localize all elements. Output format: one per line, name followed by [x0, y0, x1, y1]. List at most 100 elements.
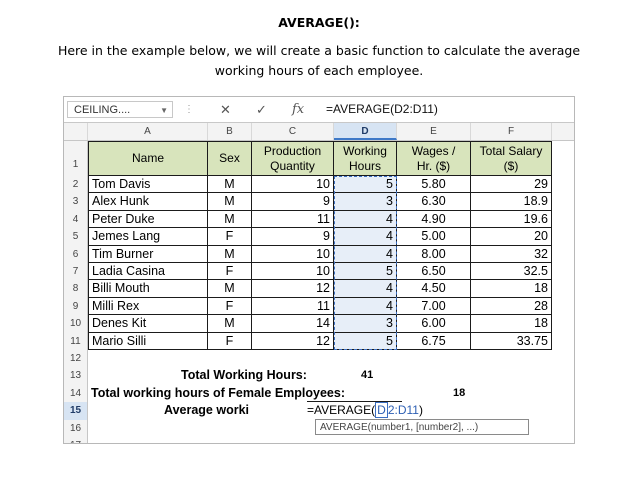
row-header-2[interactable]: 2: [64, 176, 88, 194]
cell-sex[interactable]: F: [208, 263, 252, 281]
column-header-e[interactable]: E: [397, 123, 471, 140]
cell-wage[interactable]: 7.00: [397, 297, 471, 316]
cell-sex[interactable]: M: [208, 315, 252, 333]
row-header-15[interactable]: 15: [64, 402, 88, 420]
cell-qty[interactable]: 14: [252, 315, 334, 333]
row-header-17[interactable]: 17: [64, 437, 88, 443]
cell-wage[interactable]: 4.90: [397, 210, 471, 229]
cell-name[interactable]: Alex Hunk: [88, 193, 208, 211]
total-working-hours-value[interactable]: 41: [361, 367, 373, 384]
cell-salary[interactable]: 18.9: [471, 193, 552, 211]
header-working-hours[interactable]: Working Hours: [334, 141, 397, 176]
cell-qty[interactable]: 10: [252, 245, 334, 263]
cell-qty[interactable]: 12: [252, 332, 334, 350]
column-header-f[interactable]: F: [471, 123, 552, 140]
cell-name[interactable]: Milli Rex: [88, 297, 208, 316]
header-name[interactable]: Name: [88, 141, 208, 176]
row-header-11[interactable]: 11: [64, 332, 88, 350]
cell-qty[interactable]: 10: [252, 263, 334, 281]
header-wages-per-hour[interactable]: Wages / Hr. ($): [397, 141, 471, 176]
cell-hours[interactable]: 5: [334, 332, 397, 350]
cell-wage[interactable]: 6.30: [397, 193, 471, 211]
cell-sex[interactable]: M: [208, 280, 252, 298]
cell-qty[interactable]: 9: [252, 228, 334, 246]
cell-hours[interactable]: 4: [334, 245, 397, 263]
cell-qty[interactable]: 12: [252, 280, 334, 298]
cell-name[interactable]: Ladia Casina: [88, 263, 208, 281]
cell-salary[interactable]: 19.6: [471, 210, 552, 229]
cell-hours[interactable]: 4: [334, 280, 397, 298]
cancel-icon[interactable]: ✕: [220, 101, 231, 118]
cell-wage[interactable]: 6.00: [397, 315, 471, 333]
cell-qty[interactable]: 10: [252, 176, 334, 194]
more-options-icon[interactable]: ⋮: [184, 101, 194, 118]
cell-hours[interactable]: 4: [334, 210, 397, 229]
cell-sex[interactable]: F: [208, 297, 252, 316]
cell-wage[interactable]: 4.50: [397, 280, 471, 298]
cell-hours[interactable]: 5: [334, 263, 397, 281]
cell-qty[interactable]: 11: [252, 297, 334, 316]
name-box[interactable]: CEILING.... ▼: [67, 101, 173, 118]
row-header-5[interactable]: 5: [64, 228, 88, 246]
cell-salary[interactable]: 29: [471, 176, 552, 194]
cell-name[interactable]: Tim Burner: [88, 245, 208, 263]
cell-salary[interactable]: 18: [471, 315, 552, 333]
column-header-c[interactable]: C: [252, 123, 334, 140]
header-production-quantity[interactable]: Production Quantity: [252, 141, 334, 176]
cell-name[interactable]: Peter Duke: [88, 210, 208, 229]
cell-wage[interactable]: 5.00: [397, 228, 471, 246]
formula-input[interactable]: =AVERAGE(D2:D11): [326, 101, 438, 118]
column-header-d[interactable]: D: [334, 123, 397, 140]
cell-salary[interactable]: 28: [471, 297, 552, 316]
cell-hours[interactable]: 3: [334, 315, 397, 333]
row-header-14[interactable]: 14: [64, 384, 88, 403]
insert-function-icon[interactable]: fx: [292, 101, 304, 118]
row-header-10[interactable]: 10: [64, 315, 88, 333]
enter-icon[interactable]: ✓: [256, 101, 267, 118]
select-all-corner[interactable]: [64, 123, 88, 140]
cell-name[interactable]: Billi Mouth: [88, 280, 208, 298]
cell-hours[interactable]: 3: [334, 193, 397, 211]
column-header-b[interactable]: B: [208, 123, 252, 140]
cell-sex[interactable]: M: [208, 193, 252, 211]
cell-salary[interactable]: 32: [471, 245, 552, 263]
cell-name[interactable]: Denes Kit: [88, 315, 208, 333]
row-header-16[interactable]: 16: [64, 419, 88, 437]
cell-wage[interactable]: 5.80: [397, 176, 471, 194]
row-header-1[interactable]: 1: [64, 141, 88, 176]
cell-name[interactable]: Jemes Lang: [88, 228, 208, 246]
cell-salary[interactable]: 32.5: [471, 263, 552, 281]
header-total-salary[interactable]: Total Salary ($): [471, 141, 552, 176]
cell-hours[interactable]: 5: [334, 176, 397, 194]
chevron-down-icon[interactable]: ▼: [160, 102, 168, 119]
row-header-6[interactable]: 6: [64, 245, 88, 263]
cell-wage[interactable]: 6.75: [397, 332, 471, 350]
row-header-4[interactable]: 4: [64, 210, 88, 229]
female-hours-value[interactable]: 18: [453, 385, 465, 402]
row-header-13[interactable]: 13: [64, 367, 88, 385]
cell-sex[interactable]: M: [208, 176, 252, 194]
column-header-a[interactable]: A: [88, 123, 208, 140]
cell-qty[interactable]: 9: [252, 193, 334, 211]
cell-qty[interactable]: 11: [252, 210, 334, 229]
cell-sex[interactable]: F: [208, 228, 252, 246]
active-cell-formula[interactable]: =AVERAGE(D 2:D11): [307, 402, 423, 419]
row-header-9[interactable]: 9: [64, 297, 88, 316]
row-header-12[interactable]: 12: [64, 350, 88, 368]
cell-salary[interactable]: 20: [471, 228, 552, 246]
cell-sex[interactable]: M: [208, 210, 252, 229]
cell-wage[interactable]: 8.00: [397, 245, 471, 263]
cell-hours[interactable]: 4: [334, 297, 397, 316]
cell-sex[interactable]: F: [208, 332, 252, 350]
row-header-3[interactable]: 3: [64, 193, 88, 211]
cell-salary[interactable]: 33.75: [471, 332, 552, 350]
header-sex[interactable]: Sex: [208, 141, 252, 176]
cell-salary[interactable]: 18: [471, 280, 552, 298]
row-header-8[interactable]: 8: [64, 280, 88, 298]
cell-name[interactable]: Mario Silli: [88, 332, 208, 350]
row-header-7[interactable]: 7: [64, 263, 88, 281]
cell-name[interactable]: Tom Davis: [88, 176, 208, 194]
cell-hours[interactable]: 4: [334, 228, 397, 246]
cell-sex[interactable]: M: [208, 245, 252, 263]
cell-wage[interactable]: 6.50: [397, 263, 471, 281]
